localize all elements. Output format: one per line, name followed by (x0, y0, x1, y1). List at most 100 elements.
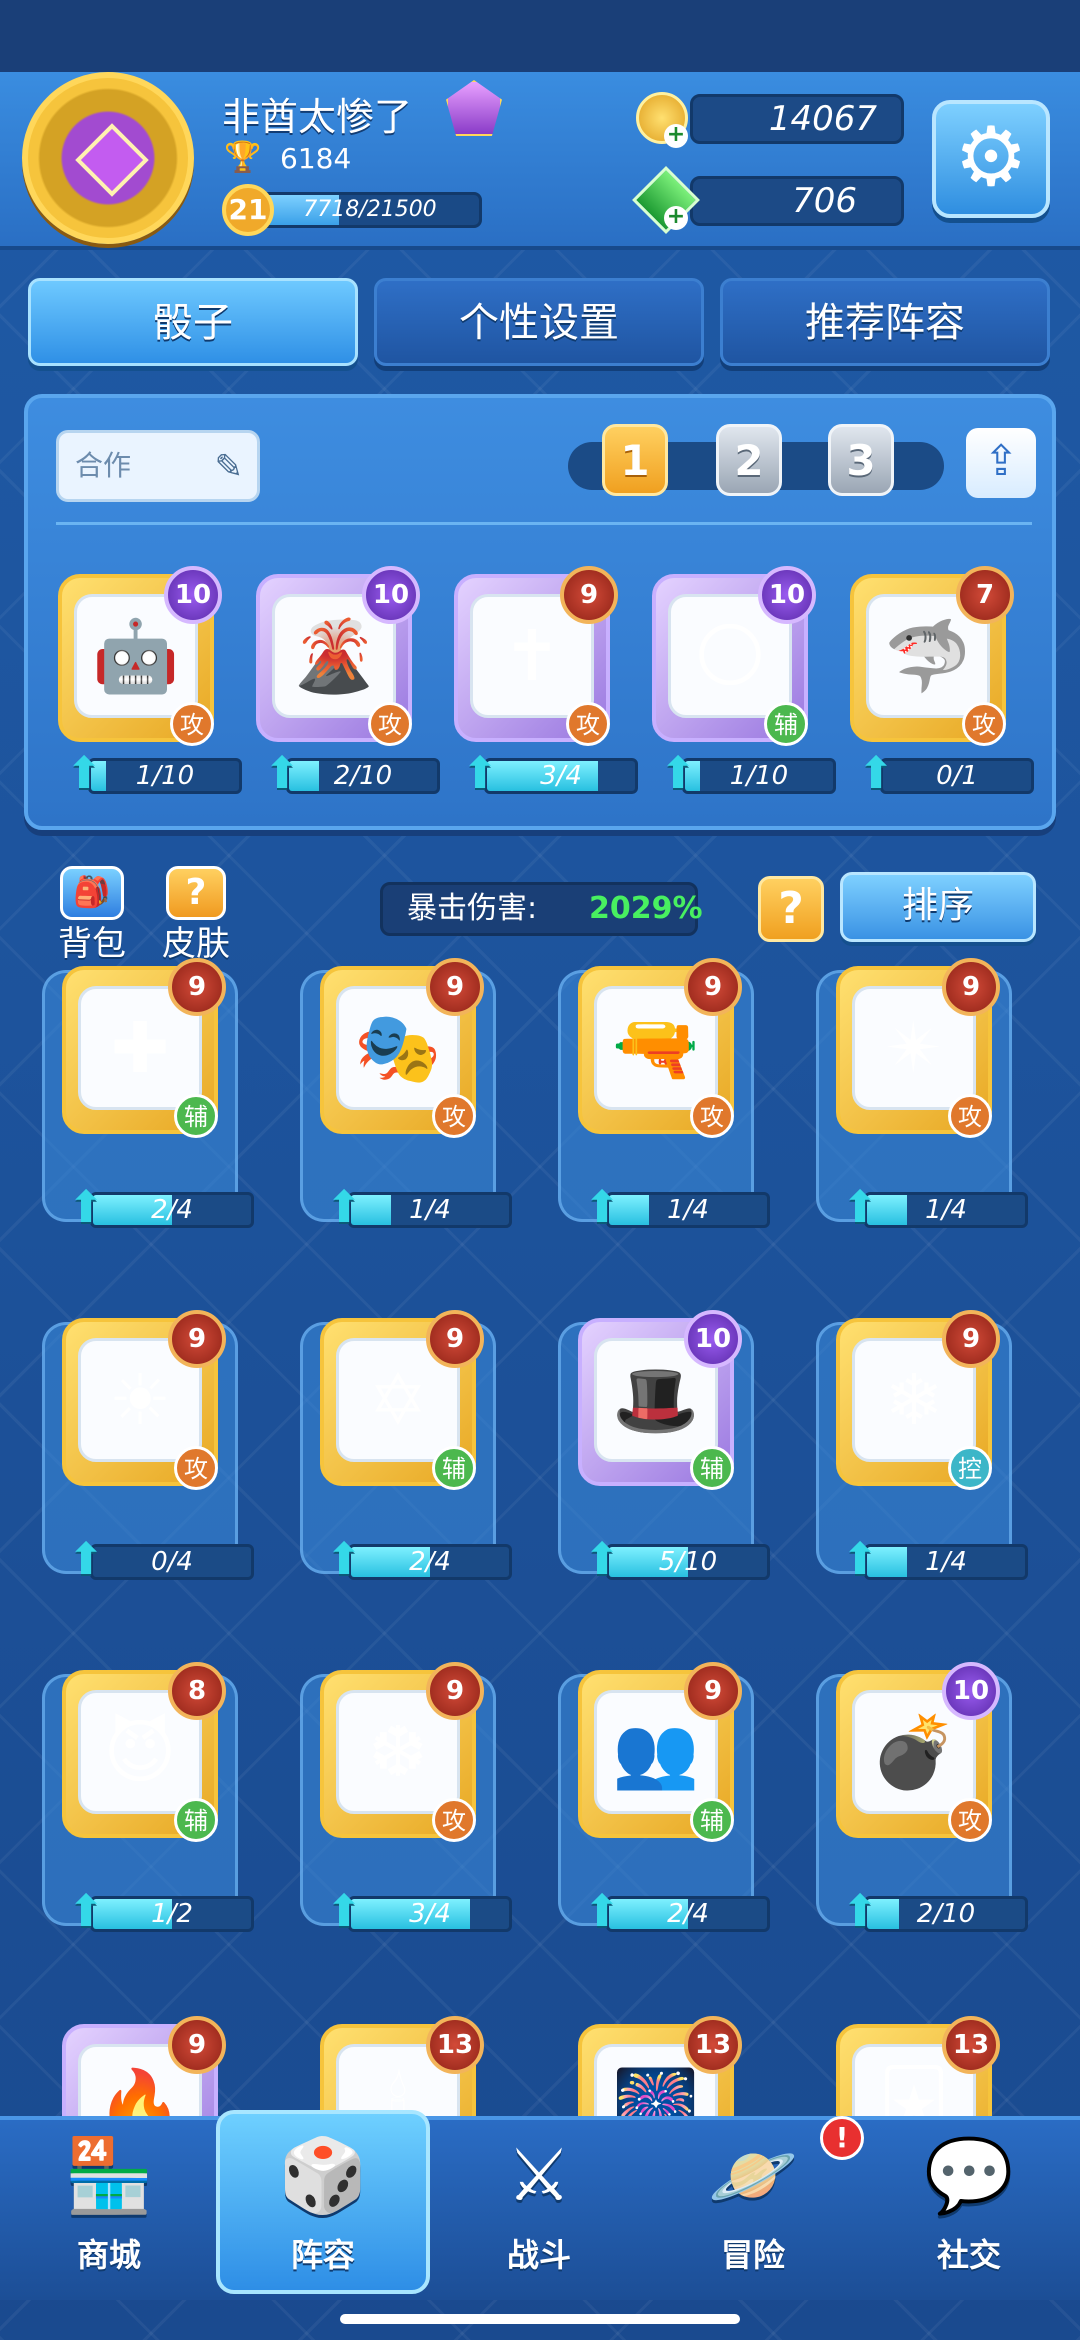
upgrade-arrow-icon[interactable]: ⬆ (62, 1888, 110, 1936)
collection-die[interactable]: 🔫 9 攻 (578, 958, 742, 1140)
collection-die[interactable]: 🎭 9 攻 (320, 958, 484, 1140)
edit-pencil-icon: ✎ (214, 447, 244, 487)
share-button[interactable]: ⇪ (966, 428, 1036, 498)
die-progress-text: 1/4 (667, 1195, 709, 1225)
deck-slot-2[interactable]: 2 (716, 424, 782, 496)
collection-die[interactable]: ✚ 9 辅 (62, 958, 226, 1140)
player-level-badge: 21 (222, 184, 274, 236)
deck-die[interactable]: 🌋 10 攻 (256, 566, 420, 748)
deck-name: 合作 (75, 449, 132, 482)
upgrade-arrow-icon[interactable]: ⬆ (578, 1888, 626, 1936)
upgrade-arrow-icon[interactable]: ⬆ (654, 750, 702, 798)
die-type-badge: 辅 (764, 702, 808, 746)
gem-counter[interactable]: 706 (690, 176, 904, 226)
upgrade-arrow-icon[interactable]: ⬆ (836, 1888, 884, 1936)
die-level-badge: 9 (942, 1310, 1000, 1368)
collection-die[interactable]: ❆ 9 攻 (320, 1662, 484, 1844)
add-gems-icon[interactable]: + (664, 206, 688, 230)
skin-button[interactable]: ? 皮肤 (152, 866, 240, 964)
tab-customize[interactable]: 个性设置 (374, 278, 704, 366)
deck-die[interactable]: 🌕 10 辅 (652, 566, 816, 748)
die-progress-bar: 0/4 (90, 1544, 254, 1580)
deck-slot-1[interactable]: 1 (602, 424, 668, 496)
die-progress-bar: 2/4 (90, 1192, 254, 1228)
upgrade-arrow-icon[interactable]: ⬆ (60, 750, 108, 798)
die-progress-text: 1/2 (151, 1899, 193, 1929)
die-level-badge: 9 (684, 958, 742, 1016)
skin-question-icon: ? (166, 866, 226, 920)
upgrade-arrow-icon[interactable]: ⬆ (852, 750, 900, 798)
die-level-badge: 7 (956, 566, 1014, 624)
bag-icon: 🎒 (60, 866, 124, 920)
rank-crown-icon[interactable] (446, 80, 502, 136)
add-coins-icon[interactable]: + (664, 124, 688, 148)
upgrade-arrow-icon[interactable]: ⬆ (578, 1184, 626, 1232)
die-level-badge: 13 (684, 2016, 742, 2074)
upgrade-arrow-icon[interactable]: ⬆ (320, 1888, 368, 1936)
deck-die[interactable]: ✝ 9 攻 (454, 566, 618, 748)
player-header: 非酋太惨了 🏆 6184 21 7718/21500 14067 + 706 + (0, 72, 1080, 250)
upgrade-arrow-icon[interactable]: ⬆ (836, 1536, 884, 1584)
upgrade-arrow-icon[interactable]: ⬆ (456, 750, 504, 798)
die-type-badge: 攻 (174, 1446, 218, 1490)
deck-divider (56, 522, 1032, 525)
die-type-badge: 攻 (948, 1094, 992, 1138)
die-level-badge: 9 (942, 958, 1000, 1016)
dice-icon: 🎲 (278, 2133, 368, 2217)
nav-dice[interactable]: 🎲 阵容 (238, 2130, 408, 2290)
collection-die[interactable]: 🎩 10 辅 (578, 1310, 742, 1492)
deck-die[interactable]: 🦈 7 攻 (850, 566, 1014, 748)
die-level-badge: 9 (426, 1662, 484, 1720)
die-type-badge: 攻 (948, 1798, 992, 1842)
die-type-badge: 辅 (690, 1446, 734, 1490)
collection-die[interactable]: ☀ 9 攻 (62, 1310, 226, 1492)
die-level-badge: 8 (168, 1662, 226, 1720)
player-name: 非酋太惨了 (222, 95, 413, 139)
swords-icon: ⚔ (506, 2133, 572, 2217)
upgrade-arrow-icon[interactable]: ⬆ (836, 1184, 884, 1232)
die-type-badge: 攻 (962, 702, 1006, 746)
upgrade-arrow-icon[interactable]: ⬆ (62, 1536, 110, 1584)
die-progress-text: 0/4 (151, 1547, 193, 1577)
collection-die[interactable]: ✴ 9 攻 (836, 958, 1000, 1140)
collection-die[interactable]: 😈 8 辅 (62, 1662, 226, 1844)
deck-name-field[interactable]: 合作 ✎ (56, 430, 260, 502)
home-indicator[interactable] (340, 2314, 740, 2324)
upgrade-arrow-icon[interactable]: ⬆ (62, 1184, 110, 1232)
die-progress-text: 1/10 (729, 761, 789, 791)
upgrade-arrow-icon[interactable]: ⬆ (578, 1536, 626, 1584)
collection-die[interactable]: ✡ 9 辅 (320, 1310, 484, 1492)
tab-recommended-deck[interactable]: 推荐阵容 (720, 278, 1050, 366)
collection-die[interactable]: 💣 10 攻 (836, 1662, 1000, 1844)
help-button[interactable]: ? (758, 876, 824, 942)
die-level-badge: 10 (164, 566, 222, 624)
deck-slot-3[interactable]: 3 (828, 424, 894, 496)
avatar-gem-icon (75, 123, 149, 197)
nav-planet[interactable]: 🪐 冒险 (668, 2130, 838, 2290)
nav-swords[interactable]: ⚔ 战斗 (454, 2130, 624, 2290)
nav-shop[interactable]: 🏪 商城 (24, 2130, 194, 2290)
trophy-count: 6184 (280, 142, 352, 175)
die-type-badge: 辅 (174, 1094, 218, 1138)
collection-die[interactable]: ❄ 9 控 (836, 1310, 1000, 1492)
collection-die[interactable]: 👥 9 辅 (578, 1662, 742, 1844)
sort-button[interactable]: 排序 (840, 872, 1036, 942)
die-level-badge: 9 (168, 1310, 226, 1368)
nav-chat[interactable]: 💬 社交 (884, 2130, 1054, 2290)
die-type-badge: 攻 (368, 702, 412, 746)
bag-button[interactable]: 🎒 背包 (52, 866, 132, 964)
die-type-badge: 攻 (432, 1094, 476, 1138)
player-avatar[interactable] (22, 72, 194, 244)
die-progress-bar: 1/4 (606, 1192, 770, 1228)
upgrade-arrow-icon[interactable]: ⬆ (320, 1184, 368, 1232)
tab-dice[interactable]: 骰子 (28, 278, 358, 366)
coin-counter[interactable]: 14067 (690, 94, 904, 144)
die-progress-text: 1/10 (135, 761, 195, 791)
upgrade-arrow-icon[interactable]: ⬆ (320, 1536, 368, 1584)
settings-button[interactable]: ⚙ (932, 100, 1050, 218)
deck-die[interactable]: 🤖 10 攻 (58, 566, 222, 748)
die-progress-text: 2/4 (151, 1195, 193, 1225)
nav-label: 阵容 (290, 2236, 355, 2274)
die-type-badge: 辅 (174, 1798, 218, 1842)
upgrade-arrow-icon[interactable]: ⬆ (258, 750, 306, 798)
